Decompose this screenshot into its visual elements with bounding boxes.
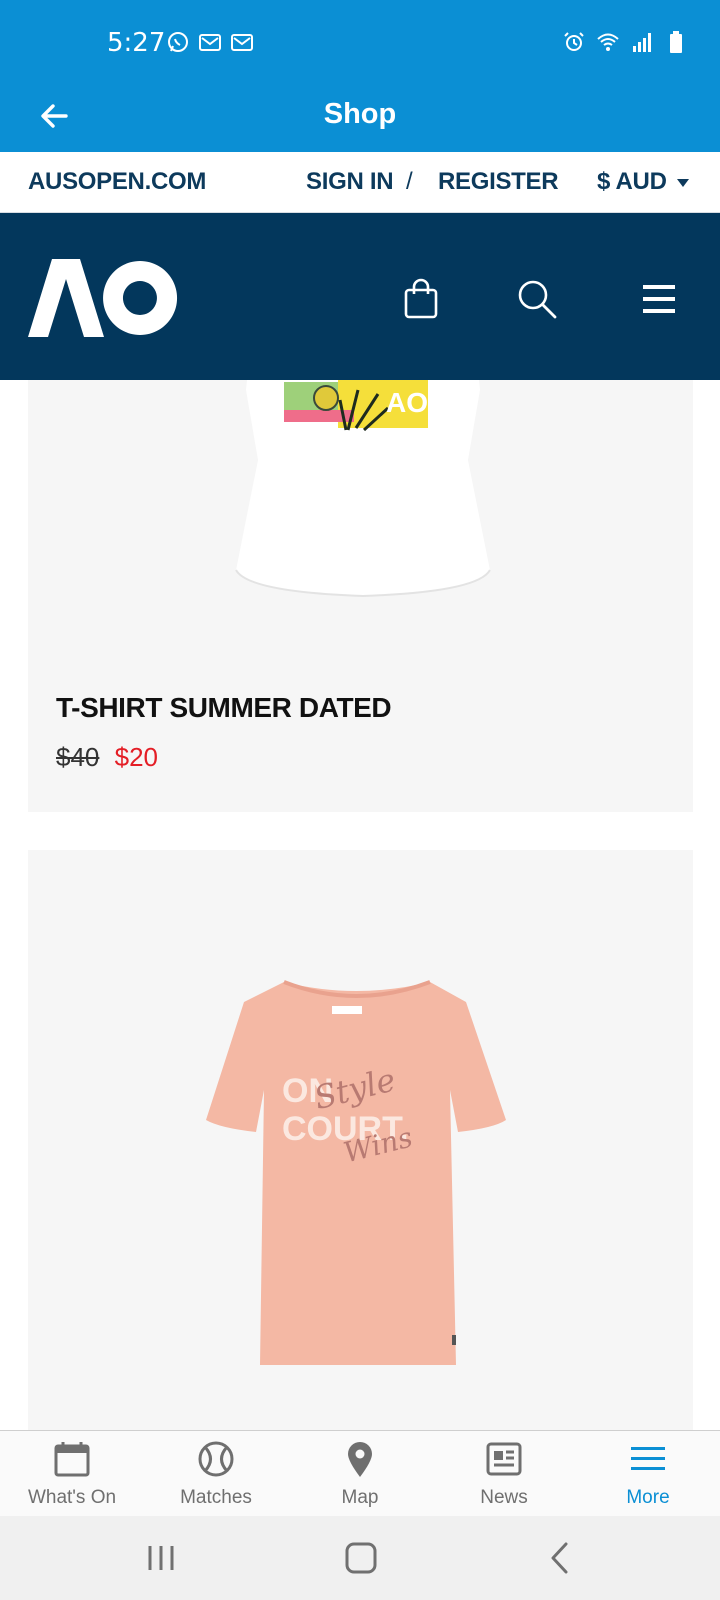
system-status-icons xyxy=(562,30,688,54)
news-icon xyxy=(486,1442,522,1476)
product-list: AO T-SHIRT SUMMER DATED $40 $20 ON COURT… xyxy=(0,380,720,1430)
gmail-icon xyxy=(231,34,253,51)
tab-label: News xyxy=(480,1487,528,1508)
back-icon[interactable] xyxy=(539,1536,583,1580)
signal-icon xyxy=(633,33,651,52)
wifi-icon xyxy=(597,33,619,51)
tab-map[interactable]: Map xyxy=(288,1431,432,1516)
tennis-ball-icon xyxy=(198,1441,234,1477)
register-link[interactable]: REGISTER xyxy=(438,168,559,196)
ausopen-link[interactable]: AUSOPEN.COM xyxy=(28,168,206,196)
caret-down-icon[interactable] xyxy=(677,179,689,187)
recents-icon[interactable] xyxy=(139,1536,183,1580)
app-bar: Shop xyxy=(0,88,720,152)
sign-in-link[interactable]: SIGN IN xyxy=(306,168,394,196)
menu-icon[interactable] xyxy=(637,277,681,321)
white-tshirt-image[interactable]: AO xyxy=(228,380,498,600)
tab-label: More xyxy=(626,1487,670,1508)
shop-nav-bar xyxy=(0,213,720,380)
notification-icons xyxy=(166,30,254,54)
tab-matches[interactable]: Matches xyxy=(144,1431,288,1516)
menu-icon xyxy=(631,1447,665,1470)
bottom-tab-bar: What's On Matches Map News More xyxy=(0,1430,720,1516)
product-name[interactable]: T-SHIRT SUMMER DATED xyxy=(56,692,392,724)
site-top-bar: AUSOPEN.COM SIGN IN / REGISTER $ AUD xyxy=(0,152,720,213)
calendar-icon xyxy=(54,1442,90,1477)
status-bar: 5:27 xyxy=(0,0,720,88)
page-title: Shop xyxy=(323,98,397,130)
tab-label: Map xyxy=(341,1487,379,1508)
alarm-icon xyxy=(564,32,584,51)
sale-price: $20 xyxy=(114,742,159,772)
tab-news[interactable]: News xyxy=(432,1431,576,1516)
original-price: $40 xyxy=(56,742,100,772)
search-icon[interactable] xyxy=(515,277,559,321)
tab-more[interactable]: More xyxy=(576,1431,720,1516)
home-icon[interactable] xyxy=(339,1536,383,1580)
system-navigation-bar xyxy=(0,1516,720,1600)
tab-label: What's On xyxy=(27,1487,117,1508)
svg-text:AO: AO xyxy=(386,387,428,418)
shop-screen: 5:27 Shop AUSOPEN.COM SIGN IN / REGISTER… xyxy=(0,0,720,1600)
status-time: 5:27 xyxy=(107,28,166,58)
pink-tshirt-image[interactable]: ON COURT. Style Wins xyxy=(204,980,509,1375)
product-card[interactable]: ON COURT. Style Wins xyxy=(28,850,693,1430)
separator: / xyxy=(406,168,413,195)
tab-whats-on[interactable]: What's On xyxy=(0,1431,144,1516)
product-card[interactable]: AO T-SHIRT SUMMER DATED $40 $20 xyxy=(28,380,693,812)
ao-logo[interactable] xyxy=(28,259,178,337)
shopping-bag-icon[interactable] xyxy=(399,277,443,321)
battery-icon xyxy=(670,31,682,53)
whatsapp-icon xyxy=(168,32,188,52)
map-pin-icon xyxy=(348,1442,372,1477)
currency-selector[interactable]: $ AUD xyxy=(597,168,667,196)
product-price: $40 $20 xyxy=(56,742,158,773)
tab-label: Matches xyxy=(180,1487,252,1508)
gmail-icon xyxy=(199,34,221,51)
